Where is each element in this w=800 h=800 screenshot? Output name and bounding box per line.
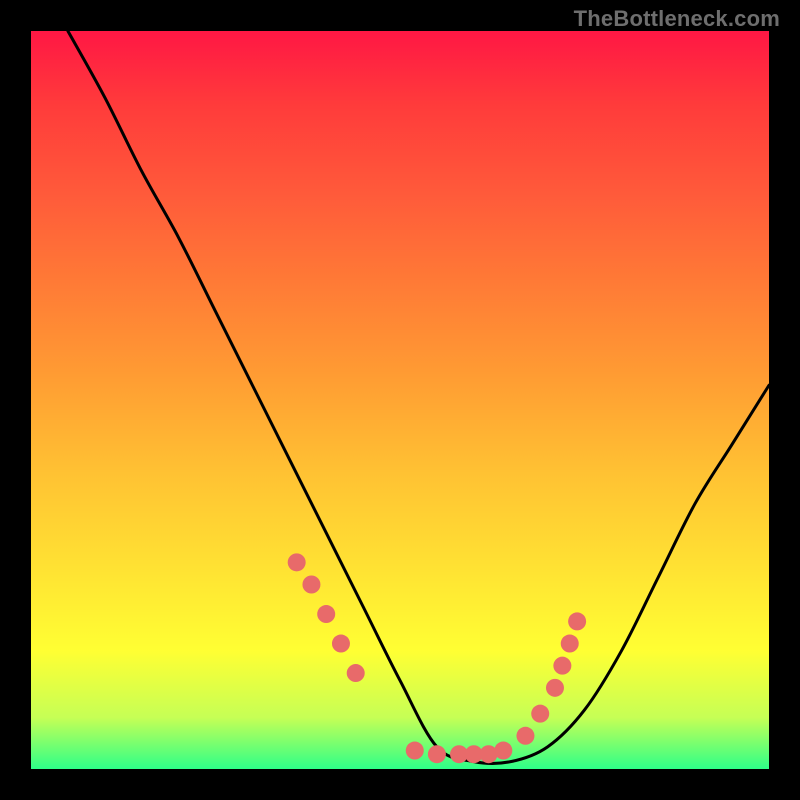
marker-dot	[347, 664, 365, 682]
marker-dot	[428, 745, 446, 763]
marker-dot	[561, 635, 579, 653]
marker-dot	[531, 705, 549, 723]
marker-dot	[553, 657, 571, 675]
chart-svg	[31, 31, 769, 769]
bottleneck-curve	[68, 31, 769, 763]
marker-dot	[332, 635, 350, 653]
marker-dot	[406, 742, 424, 760]
marker-dot	[288, 553, 306, 571]
marker-dot	[546, 679, 564, 697]
marker-dot	[302, 576, 320, 594]
watermark-text: TheBottleneck.com	[574, 6, 780, 32]
marker-dot	[568, 612, 586, 630]
marker-dot	[317, 605, 335, 623]
chart-frame: TheBottleneck.com	[0, 0, 800, 800]
marker-group	[288, 553, 586, 763]
marker-dot	[494, 742, 512, 760]
marker-dot	[516, 727, 534, 745]
